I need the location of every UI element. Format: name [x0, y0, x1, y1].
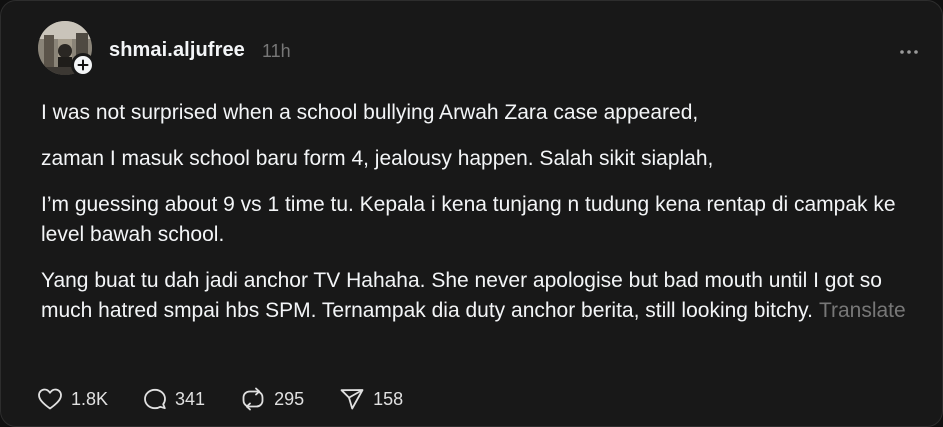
repost-icon	[242, 387, 264, 411]
post-paragraph-text: Yang buat tu dah jadi anchor TV Hahaha. …	[41, 269, 882, 322]
repost-button[interactable]: 295	[240, 387, 304, 411]
follow-button[interactable]	[71, 53, 95, 77]
comment-bubble-icon	[144, 388, 166, 410]
repost-count: 295	[274, 388, 305, 409]
thread-post-card: shmai.aljufree 11h I was not surprised w…	[0, 0, 943, 427]
share-button[interactable]: 158	[339, 387, 403, 411]
translate-link[interactable]: Translate	[819, 299, 906, 322]
post-actions-bar: 1.8K 341 295 158	[37, 384, 438, 414]
like-count: 1.8K	[71, 388, 109, 409]
more-options-button[interactable]	[891, 37, 927, 67]
share-count: 158	[373, 388, 404, 409]
post-body: I was not surprised when a school bullyi…	[41, 98, 921, 342]
reply-button[interactable]: 341	[143, 387, 205, 411]
post-timestamp: 11h	[262, 41, 291, 61]
like-button[interactable]: 1.8K	[37, 387, 108, 411]
post-paragraph: zaman I masuk school baru form 4, jealou…	[41, 147, 714, 170]
plus-icon	[77, 59, 89, 71]
post-paragraph: I’m guessing about 9 vs 1 time tu. Kepal…	[41, 193, 896, 246]
post-paragraph: I was not surprised when a school bullyi…	[41, 101, 699, 124]
heart-icon	[38, 388, 62, 410]
post-paragraph-last: Yang buat tu dah jadi anchor TV Hahaha. …	[41, 266, 921, 326]
avatar-container	[38, 21, 95, 77]
username-link[interactable]: shmai.aljufree	[109, 39, 245, 62]
more-horizontal-icon	[900, 50, 918, 54]
send-icon	[340, 389, 364, 410]
reply-count: 341	[175, 388, 206, 409]
